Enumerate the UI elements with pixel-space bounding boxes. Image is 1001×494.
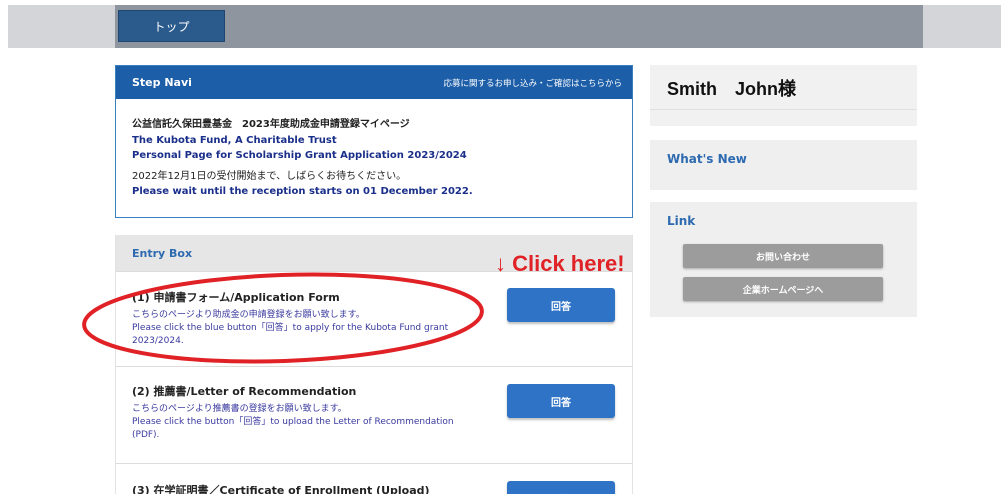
step-navi-title: Step Navi	[132, 76, 192, 89]
link-title: Link	[667, 214, 696, 228]
entry-title: (2) 推薦書/Letter of Recommendation	[132, 385, 357, 398]
step-navi-body: 公益信託久保田豊基金 2023年度助成金申請登録マイページ The Kubota…	[116, 99, 632, 200]
highlight-ellipse	[82, 272, 484, 364]
en-notice: Please wait until the reception starts o…	[132, 186, 473, 197]
answer-button[interactable]: 回答	[507, 481, 615, 494]
click-here-annotation: ↓ Click here!	[495, 251, 625, 276]
entry-desc-en: Please click the button「回答」to upload the…	[132, 417, 454, 440]
sidebar: Smith John様 What's New Link お問い合わせ 企業ホーム…	[650, 65, 917, 317]
en-page-title-1: The Kubota Fund, A Charitable Trust	[132, 134, 337, 146]
entry-desc-jp: こちらのページより推薦書の登録をお願い致します。	[132, 404, 347, 414]
entry-certificate-of-enrollment: (3) 在学証明書／Certificate of Enrollment (Upl…	[116, 463, 632, 494]
entry-description: こちらのページより推薦書の登録をお願い致します。 Please click th…	[132, 403, 472, 442]
contact-button[interactable]: お問い合わせ	[683, 244, 883, 268]
entry-letter-of-recommendation: (2) 推薦書/Letter of Recommendation こちらのページ…	[116, 366, 632, 464]
step-navi-header: Step Navi 応募に関するお申し込み・ご確認はこちらから	[116, 66, 632, 99]
top-button[interactable]: トップ	[118, 10, 225, 42]
company-homepage-button[interactable]: 企業ホームページへ	[683, 277, 883, 301]
whats-new-title[interactable]: What's New	[667, 152, 747, 166]
whats-new-panel: What's New	[650, 140, 917, 190]
user-name: Smith John様	[650, 65, 917, 109]
link-panel: Link お問い合わせ 企業ホームページへ	[650, 202, 917, 317]
en-page-title-2: Personal Page for Scholarship Grant Appl…	[132, 150, 467, 161]
answer-button[interactable]: 回答	[507, 384, 615, 418]
jp-page-title: 公益信託久保田豊基金 2023年度助成金申請登録マイページ	[132, 119, 410, 130]
entry-title: (3) 在学証明書／Certificate of Enrollment (Upl…	[132, 484, 430, 494]
step-navi-subtitle: 応募に関するお申し込み・ご確認はこちらから	[443, 78, 622, 89]
answer-button[interactable]: 回答	[507, 288, 615, 322]
step-navi-panel: Step Navi 応募に関するお申し込み・ご確認はこちらから 公益信託久保田豊…	[115, 65, 633, 218]
top-nav-inner	[115, 5, 923, 48]
jp-notice: 2022年12月1日の受付開始まで、しばらくお待ちください。	[132, 170, 407, 182]
